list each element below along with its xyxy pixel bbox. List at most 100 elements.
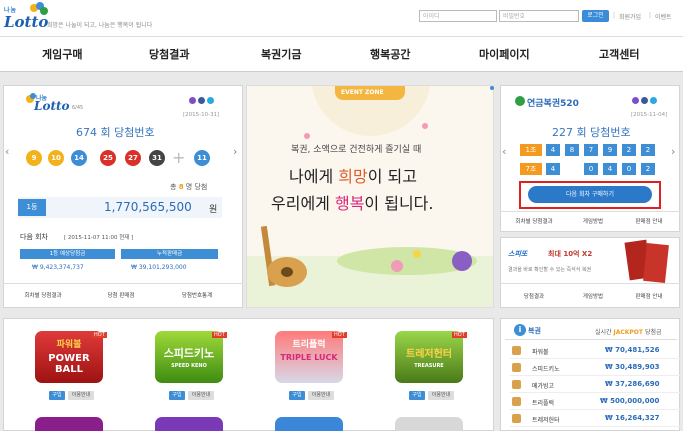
divider xyxy=(3,283,243,284)
lotto-ball: 10 xyxy=(48,150,64,166)
pension-next-arrow[interactable]: › xyxy=(671,145,675,158)
jackpot-game-name: 파워볼 xyxy=(532,349,549,356)
password-input[interactable]: 비밀번호 xyxy=(499,10,579,22)
speedkeno-tile[interactable]: 스피드키노 SPEED KENO xyxy=(155,331,223,383)
prev-round-arrow[interactable]: ‹ xyxy=(5,145,9,158)
hot-badge: HOT xyxy=(452,332,467,338)
treasurehunter-guide-button[interactable]: 이용안내 xyxy=(428,391,454,400)
pension-tab-stores[interactable]: 판매점 안내 xyxy=(618,217,680,225)
facebook-icon[interactable] xyxy=(641,97,648,104)
event-link[interactable]: 이벤트 xyxy=(655,12,672,21)
banner-hope: 희망 xyxy=(338,167,368,186)
banner-indicator-dot[interactable] xyxy=(490,86,494,90)
divider xyxy=(500,211,680,212)
game-sub: SPEED KENO xyxy=(171,363,207,369)
jackpot-value: ₩ 37,286,690 xyxy=(605,380,660,388)
nav-customer-center[interactable]: 고객센터 xyxy=(599,46,639,62)
jackpot-row[interactable]: 트레저헌터 ₩ 16,264,327 xyxy=(510,411,680,427)
id-input[interactable]: 아이디 xyxy=(419,10,497,22)
pension-prev-arrow[interactable]: ‹ xyxy=(502,145,506,158)
rank-badge: 1등 xyxy=(18,199,46,216)
pension-tab-results[interactable]: 회차별 당첨결과 xyxy=(503,217,565,225)
jackpot-row[interactable]: 메가빙고 ₩ 37,286,690 xyxy=(510,377,680,393)
twitter-icon[interactable] xyxy=(650,97,657,104)
winners-num: 8 xyxy=(178,183,184,191)
facebook-icon[interactable] xyxy=(198,97,205,104)
hot-badge: HOT xyxy=(92,332,107,338)
twitter-icon[interactable] xyxy=(207,97,214,104)
speetto-tab-howto[interactable]: 게임방법 xyxy=(562,292,624,300)
bonus-ball: 11 xyxy=(194,150,210,166)
jackpot-value: ₩ 16,264,327 xyxy=(605,414,660,422)
lotto-logo-sub: 6/45 xyxy=(72,105,84,111)
lotto-logo[interactable]: 나눔 Lotto 6/45 xyxy=(14,93,94,115)
next-round-arrow[interactable]: › xyxy=(233,145,237,158)
powerball-guide-button[interactable]: 이용안내 xyxy=(68,391,94,400)
jackpot-row[interactable]: 트리플럭 ₩ 500,000,000 xyxy=(510,394,680,410)
game-tile-partial[interactable] xyxy=(275,417,343,431)
powerball-buy-button[interactable]: 구입 xyxy=(49,391,65,400)
event-banner[interactable]: EVENT ZONE 복권, 소액으로 건전하게 즐기실 때 나에게 희망이 되… xyxy=(246,85,494,308)
pension-digit: 0 xyxy=(622,163,636,175)
share-icon[interactable] xyxy=(189,97,196,104)
game-tile-partial[interactable] xyxy=(395,417,463,431)
buy-next-round-button[interactable]: 다음 회차 구매하기 xyxy=(528,186,652,203)
pension-digit: 2 xyxy=(641,163,655,175)
speetto-logo[interactable]: 스피또 xyxy=(508,249,527,259)
banner-line3: 우리에게 행복이 됩니다. xyxy=(271,190,433,214)
treasurehunter-buy-button[interactable]: 구입 xyxy=(409,391,425,400)
powerball-tile[interactable]: 파워볼 POWER BALL xyxy=(35,331,103,383)
nav-fund[interactable]: 복권기금 xyxy=(261,46,301,62)
pension-date: [2015-11-04] xyxy=(631,112,668,118)
tab-win-stores[interactable]: 당첨 판매점 xyxy=(86,291,156,299)
join-link[interactable]: 회원가입 xyxy=(619,12,641,21)
game-title: 트레저헌터 xyxy=(406,349,452,360)
next-round-label: 다음 회차 xyxy=(20,233,48,241)
nav-mypage[interactable]: 마이페이지 xyxy=(479,46,530,62)
separator: | xyxy=(649,12,652,19)
site-logo[interactable]: 나눔 Lotto xyxy=(4,2,48,32)
game-sub: TRIPLE LUCK xyxy=(280,353,338,362)
speedkeno-guide-button[interactable]: 이용안내 xyxy=(188,391,214,400)
jackpot-row[interactable]: 파워볼 ₩ 70,481,526 xyxy=(510,343,680,359)
ilotto-logo[interactable]: 복권 xyxy=(528,326,541,336)
game-title: 스피드키노 xyxy=(163,347,215,360)
tab-round-results[interactable]: 회차별 당첨결과 xyxy=(8,291,78,299)
nav-happy-space[interactable]: 행복공간 xyxy=(370,46,410,62)
jackpot-value: ₩ 500,000,000 xyxy=(600,397,660,405)
hot-badge: HOT xyxy=(332,332,347,338)
speetto-tab-results[interactable]: 당첨결과 xyxy=(503,292,565,300)
nav-game-buy[interactable]: 게임구매 xyxy=(42,46,82,62)
pension-digit: 0 xyxy=(584,163,598,175)
lotto-ball: 31 xyxy=(149,150,165,166)
coin-icon xyxy=(512,346,521,355)
speetto-tab-stores[interactable]: 판매점 안내 xyxy=(618,292,680,300)
jackpot-game-name: 트레저헌터 xyxy=(532,417,560,424)
coin-icon xyxy=(512,380,521,389)
coin-icon xyxy=(512,397,521,406)
pension-tab-howto[interactable]: 게임방법 xyxy=(562,217,624,225)
share-icon[interactable] xyxy=(632,97,639,104)
tripleluck-buy-button[interactable]: 구입 xyxy=(289,391,305,400)
tripleluck-guide-button[interactable]: 이용안내 xyxy=(308,391,334,400)
tab-number-stats[interactable]: 당첨번호통계 xyxy=(162,291,232,299)
divider xyxy=(505,339,677,340)
hot-badge: HOT xyxy=(212,332,227,338)
slogan: 희망은 나눌이 되고, 나눔은 행복이 됩니다 xyxy=(47,22,153,29)
jackpot-row[interactable]: 스피드키노 ₩ 30,489,903 xyxy=(510,360,680,376)
lotto-ball: 14 xyxy=(71,150,87,166)
banner-line3-post: 이 됩니다. xyxy=(364,194,434,213)
pension-group-7: 7조 xyxy=(520,163,542,175)
treasurehunter-tile[interactable]: 트레저헌터 TREASURE xyxy=(395,331,463,383)
tripleluck-tile[interactable]: 트리플럭 TRIPLE LUCK xyxy=(275,331,343,383)
speedkeno-buy-button[interactable]: 구입 xyxy=(169,391,185,400)
prize-amount: 1,770,565,500 xyxy=(104,200,192,214)
game-tile-partial[interactable] xyxy=(155,417,223,431)
nav-results[interactable]: 당첨결과 xyxy=(149,46,189,62)
game-tile-partial[interactable] xyxy=(35,417,103,431)
main-nav xyxy=(0,36,683,72)
pension-logo[interactable]: 연금복권520 xyxy=(527,96,579,109)
login-button[interactable]: 로그인 xyxy=(582,10,609,22)
banner-happiness: 행복 xyxy=(334,194,365,213)
jackpot-game-name: 메가빙고 xyxy=(532,383,555,390)
